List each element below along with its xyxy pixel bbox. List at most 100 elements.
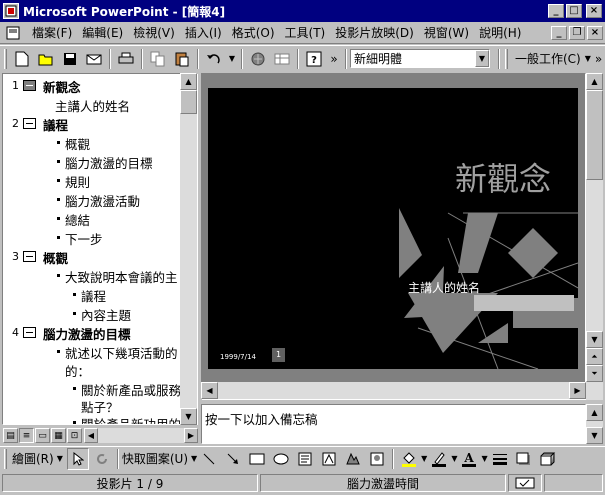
horizontal-scroll-track[interactable] [218,382,569,399]
scroll-right-icon[interactable]: ▶ [569,382,586,399]
toolbar-more-icon[interactable]: » [595,52,602,66]
help-icon[interactable]: ? [303,48,325,70]
scroll-left-icon[interactable]: ◀ [201,382,218,399]
3d-icon[interactable] [537,448,559,470]
scroll-up-icon[interactable]: ▲ [180,73,197,90]
outline-bullet[interactable]: 大致說明本會議的主 [65,267,178,286]
slide-canvas[interactable]: 新觀念 主講人的姓名 1999/7/14 1 [208,88,578,369]
chevron-down-icon[interactable]: ▼ [481,454,487,463]
minimize-button[interactable]: _ [548,4,564,18]
outline-scrollbar[interactable]: ▲ ▼ [180,73,197,425]
outline-slide-title[interactable]: 議程 [43,115,68,134]
horizontal-scroll-track[interactable] [98,428,184,443]
free-rotate-icon[interactable] [91,448,113,470]
next-slide-icon[interactable]: ⏷ [586,365,603,382]
chevron-down-icon[interactable]: ▼ [451,454,457,463]
slide-sorter-icon[interactable]: ▦ [51,428,66,443]
chevron-down-icon[interactable]: ▼ [475,50,489,67]
insert-table-icon[interactable] [271,48,293,70]
outline-bullet[interactable]: 腦力激盪活動 [65,191,140,210]
normal-view-icon[interactable]: ▤ [3,428,18,443]
slide-horizontal-scrollbar[interactable]: ◀ ▶ [201,382,586,399]
scroll-up-icon[interactable]: ▲ [586,404,603,421]
hyperlink-icon[interactable] [247,48,269,70]
scroll-down-icon[interactable]: ▼ [586,427,603,444]
new-icon[interactable] [11,48,33,70]
shadow-icon[interactable] [513,448,535,470]
outline-subbullet[interactable]: 內容主題 [81,305,131,324]
scroll-left-icon[interactable]: ◀ [84,428,98,443]
clip-art-icon[interactable] [342,448,364,470]
undo-dropdown-icon[interactable]: ▼ [227,48,237,70]
toolbar-grip[interactable] [4,448,7,469]
slide-title[interactable]: 新觀念 [455,154,551,200]
outline-bullet[interactable]: 腦力激盪的目標 [65,153,153,172]
slide-subtitle[interactable]: 主講人的姓名 [408,279,480,296]
arrow-icon[interactable] [222,448,244,470]
outline-bullet[interactable]: 規則 [65,172,90,191]
scroll-right-icon[interactable]: ▶ [184,428,198,443]
menu-help[interactable]: 說明(H) [474,24,526,41]
undo-icon[interactable] [203,48,225,70]
outline-slide-title[interactable]: 新觀念 [43,77,81,96]
maximize-button[interactable]: □ [566,4,582,18]
outline-slide-title[interactable]: 概觀 [43,248,68,267]
previous-slide-icon[interactable]: ⏶ [586,348,603,365]
outline-bullet[interactable]: 就述以下幾項活動的 [65,343,178,362]
fill-color-icon[interactable] [398,448,420,470]
copy-icon[interactable] [147,48,169,70]
menu-file[interactable]: 檔案(F) [27,24,77,41]
slideshow-icon[interactable]: ⊡ [67,428,82,443]
common-tasks-button[interactable]: 一般工作(C) [515,50,581,67]
chevron-down-icon[interactable]: ▼ [585,54,591,63]
font-name-dropdown[interactable]: 新細明體 ▼ [350,49,490,68]
outline-pane[interactable]: 1 新觀念 主講人的姓名 2 議程 概觀 腦力激盪的目標 規則 腦力激盪活動 總… [2,73,198,425]
print-icon[interactable] [115,48,137,70]
powerpoint-icon[interactable] [3,3,19,19]
slide-icon[interactable] [23,118,36,129]
outline-subbullet[interactable]: 關於產品新功用的 [81,414,181,424]
scrollbar-thumb[interactable] [180,90,197,114]
slide-vertical-scrollbar[interactable]: ▲ ▼ ⏶ ⏷ [586,73,603,400]
chevron-down-icon[interactable]: ▼ [421,454,427,463]
open-icon[interactable] [35,48,57,70]
notes-placeholder[interactable]: 按一下以加入備忘稿 [205,412,318,427]
menu-format[interactable]: 格式(O) [227,24,280,41]
save-icon[interactable] [59,48,81,70]
slide-icon[interactable] [23,327,36,338]
slide-view-icon[interactable]: ▭ [35,428,50,443]
outline-view-icon[interactable]: ≡ [19,428,34,443]
spellcheck-icon[interactable] [508,474,542,492]
oval-icon[interactable] [270,448,292,470]
outline-bullet-continuation[interactable]: 的： [65,361,90,380]
slide-icon[interactable] [23,251,36,262]
insert-picture-icon[interactable] [366,448,388,470]
toolbar-grip[interactable] [4,48,7,69]
doc-close-button[interactable]: × [587,25,603,40]
scrollbar-thumb[interactable] [586,90,603,180]
toolbar-grip[interactable] [505,48,508,69]
scroll-up-icon[interactable]: ▲ [586,73,603,90]
notes-pane[interactable]: 按一下以加入備忘稿 [201,404,586,444]
outline-subbullet[interactable]: 議程 [81,286,106,305]
close-button[interactable]: × [586,4,602,18]
toolbar-more-icon[interactable]: » [327,48,341,70]
text-box-icon[interactable] [294,448,316,470]
outline-bullet[interactable]: 概觀 [65,134,90,153]
outline-bullet[interactable]: 總結 [65,210,90,229]
menu-slideshow[interactable]: 投影片放映(D) [330,24,419,41]
rectangle-icon[interactable] [246,448,268,470]
slide-icon[interactable] [23,80,36,91]
line-icon[interactable] [198,448,220,470]
outline-subtitle[interactable]: 主講人的姓名 [55,96,130,115]
paste-icon[interactable] [171,48,193,70]
autoshapes-menu-button[interactable]: 快取圖案(U) [122,450,188,467]
menu-view[interactable]: 檢視(V) [128,24,180,41]
line-style-icon[interactable] [489,448,511,470]
scroll-down-icon[interactable]: ▼ [180,408,197,425]
doc-restore-button[interactable]: ❐ [569,25,585,40]
line-color-icon[interactable] [428,448,450,470]
draw-menu-button[interactable]: 繪圖(R) [12,450,54,467]
menu-insert[interactable]: 插入(I) [180,24,227,41]
font-color-icon[interactable]: A [458,448,480,470]
